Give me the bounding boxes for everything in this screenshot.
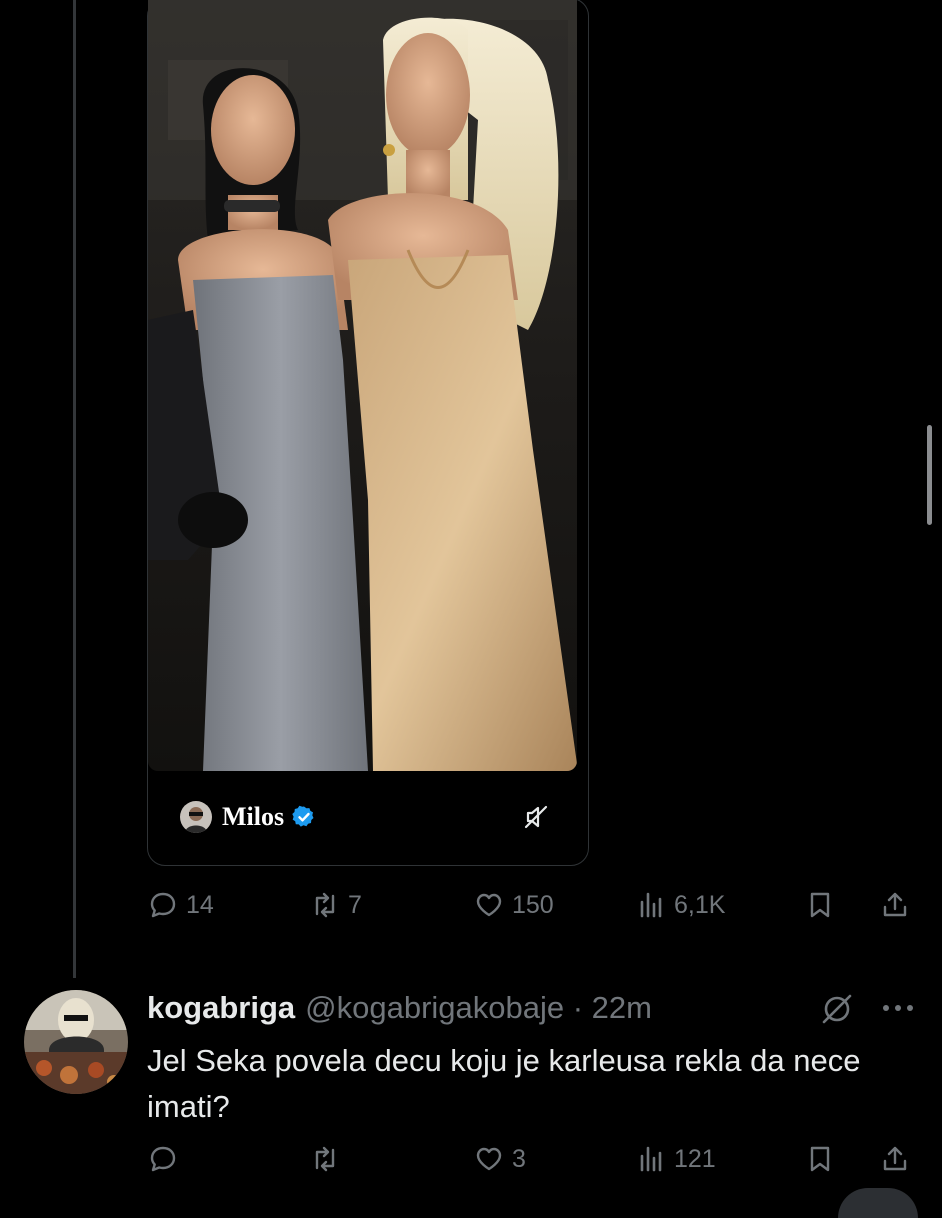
thread-connector-line [73, 0, 76, 978]
reply-author-avatar[interactable] [24, 990, 128, 1094]
reply-views-button[interactable]: 121 [636, 1144, 716, 1174]
heart-icon [476, 1147, 502, 1171]
video-frame-image [148, 0, 577, 771]
reply-view-count: 121 [674, 1144, 716, 1173]
like-count: 150 [512, 890, 554, 919]
verified-badge-icon [292, 805, 314, 827]
view-count: 6,1K [674, 890, 726, 919]
floating-compose-button[interactable] [838, 1188, 918, 1218]
views-chart-icon [640, 1146, 662, 1172]
views-button[interactable]: 6,1K [636, 890, 725, 920]
views-chart-icon [640, 892, 662, 918]
video-author-row[interactable]: Milos [180, 800, 560, 834]
mute-icon[interactable] [522, 803, 550, 831]
repost-icon [315, 892, 335, 918]
reply-button[interactable]: 14 [148, 890, 214, 920]
bookmark-button[interactable] [805, 890, 835, 920]
reply-like-count: 3 [512, 1144, 526, 1173]
like-button[interactable]: 150 [474, 890, 554, 920]
scrollbar-thumb[interactable] [927, 425, 932, 525]
reply-bookmark-button[interactable] [805, 1144, 835, 1174]
repost-count: 7 [348, 890, 362, 919]
reply-display-name[interactable]: kogabriga [147, 990, 295, 1026]
share-icon [883, 892, 907, 917]
video-player[interactable] [148, 0, 577, 771]
grok-icon[interactable] [818, 990, 856, 1028]
more-options-icon[interactable] [880, 1000, 916, 1016]
bookmark-icon [810, 892, 830, 918]
repost-icon [315, 1146, 335, 1172]
reply-repost-button[interactable] [310, 1144, 348, 1174]
reply-text: Jel Seka povela decu koju je karleusa re… [147, 1043, 861, 1124]
reply-icon [150, 1146, 176, 1172]
reply-like-button[interactable]: 3 [474, 1144, 526, 1174]
heart-icon [476, 893, 502, 917]
author-avatar[interactable] [180, 801, 212, 833]
reply-handle-time[interactable]: @kogabrigakobaje · 22m [305, 990, 652, 1026]
author-name[interactable]: Milos [222, 802, 284, 832]
share-icon [883, 1146, 907, 1171]
reply-reply-button[interactable] [148, 1144, 186, 1174]
reply-icon [150, 892, 176, 918]
reply-action-bar: 3 121 [0, 1144, 942, 1184]
bookmark-icon [810, 1146, 830, 1172]
share-button[interactable] [880, 890, 910, 920]
reply-header: kogabriga @kogabrigakobaje · 22m [147, 990, 652, 1026]
tweet-action-bar: 14 7 150 6,1K [0, 890, 942, 930]
reply-count: 14 [186, 890, 214, 919]
repost-button[interactable]: 7 [310, 890, 362, 920]
reply-share-button[interactable] [880, 1144, 910, 1174]
